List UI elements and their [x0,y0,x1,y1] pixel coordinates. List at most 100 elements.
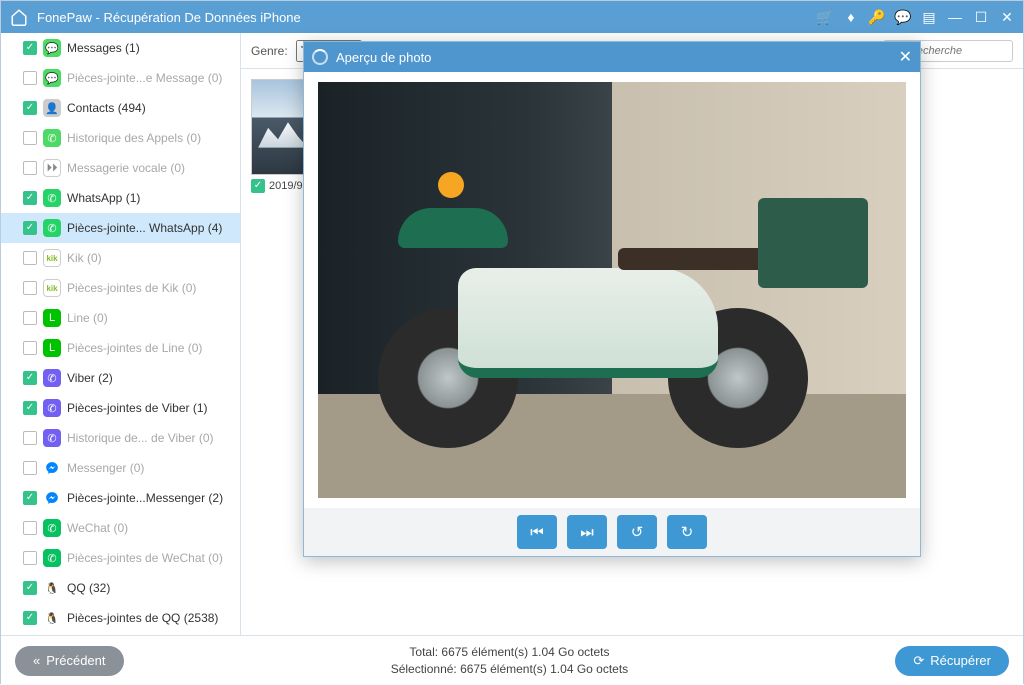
checkbox[interactable] [23,221,37,235]
kik-icon: kik [43,249,61,267]
preview-photo [318,82,906,498]
recover-button[interactable]: ⟳ Récupérer [895,646,1009,676]
spinner-icon [312,49,328,65]
sidebar-item-kik-attach[interactable]: kikPièces-jointes de Kik (0) [1,273,240,303]
key-icon[interactable]: 🔑 [869,9,885,25]
sidebar-item-messenger[interactable]: Messenger (0) [1,453,240,483]
menu-icon[interactable]: ▤ [921,9,937,25]
footer-stats: Total: 6675 élément(s) 1.04 Go octets Sé… [124,644,896,678]
checkbox[interactable] [23,101,37,115]
voicemail-icon: ⏵⏵ [43,159,61,177]
sidebar-item-line[interactable]: L Line (0) [1,303,240,333]
cart-icon[interactable]: 🛒 [817,9,833,25]
qq-icon: 🐧 [43,579,61,597]
chat-icon[interactable]: 💬 [895,9,911,25]
next-photo-button[interactable]: ⏭ [567,515,607,549]
contacts-icon: 👤 [43,99,61,117]
diamond-icon[interactable]: ♦ [843,9,859,25]
call-history-icon: ✆ [43,129,61,147]
search-input[interactable] [909,45,1006,57]
checkbox[interactable] [23,191,37,205]
checkbox[interactable] [23,131,37,145]
checkbox[interactable] [23,401,37,415]
sidebar-item-voicemail[interactable]: ⏵⏵ Messagerie vocale (0) [1,153,240,183]
maximize-icon[interactable]: ☐ [973,9,989,25]
sidebar-item-label: Line (0) [67,311,108,325]
sidebar-item-label: Pièces-jointes de WeChat (0) [67,551,223,565]
prev-photo-button[interactable]: ⏮ [517,515,557,549]
sidebar-item-wechat-attach[interactable]: ✆ Pièces-jointes de WeChat (0) [1,543,240,573]
sidebar-item-viber[interactable]: ✆Viber (2) [1,363,240,393]
app-title: FonePaw - Récupération De Données iPhone [37,10,817,25]
viber-attach-icon: ✆ [43,399,61,417]
whatsapp-attach-icon: ✆ [43,219,61,237]
checkbox[interactable] [23,341,37,355]
viber-history-icon: ✆ [43,429,61,447]
sidebar-item-label: Kik (0) [67,251,102,265]
checkbox[interactable] [23,491,37,505]
modal-close-icon[interactable]: ✕ [899,47,912,67]
kik-attach-icon: kik [43,279,61,297]
sidebar-item-messenger-attach[interactable]: Pièces-jointe...Messenger (2) [1,483,240,513]
sidebar-item-messages[interactable]: 💬Messages (1) [1,33,240,63]
sidebar-item-qq-attach[interactable]: 🐧 Pièces-jointes de QQ (2538) [1,603,240,633]
close-window-icon[interactable]: ✕ [999,9,1015,25]
checkbox[interactable] [23,431,37,445]
checkbox[interactable] [23,371,37,385]
sidebar-item-label: Pièces-jointe... WhatsApp (4) [67,221,222,235]
sidebar-item-qq[interactable]: 🐧 QQ (32) [1,573,240,603]
sidebar-item-line-attach[interactable]: L Pièces-jointes de Line (0) [1,333,240,363]
thumbnail-checkbox[interactable] [251,179,265,193]
sidebar-item-whatsapp[interactable]: ✆ WhatsApp (1) [1,183,240,213]
sidebar-item-wechat[interactable]: ✆WeChat (0) [1,513,240,543]
checkbox[interactable] [23,521,37,535]
footer: « Précédent Total: 6675 élément(s) 1.04 … [1,635,1023,685]
checkbox[interactable] [23,611,37,625]
messenger-attach-icon [43,489,61,507]
sidebar-item-kik[interactable]: kik Kik (0) [1,243,240,273]
sidebar-item-viber-attach[interactable]: ✆Pièces-jointes de Viber (1) [1,393,240,423]
rotate-right-button[interactable]: ↻ [667,515,707,549]
previous-button[interactable]: « Précédent [15,646,124,676]
checkbox[interactable] [23,311,37,325]
home-icon[interactable] [9,7,29,27]
line-attach-icon: L [43,339,61,357]
rotate-left-button[interactable]: ↺ [617,515,657,549]
modal-title: Aperçu de photo [336,50,431,65]
sidebar-item-label: Pièces-jointes de QQ (2538) [67,611,218,625]
sidebar-item-label: WhatsApp (1) [67,191,140,205]
sidebar-item-contacts[interactable]: 👤 Contacts (494) [1,93,240,123]
whatsapp-icon: ✆ [43,189,61,207]
sidebar-item-label: Historique des Appels (0) [67,131,201,145]
checkbox[interactable] [23,161,37,175]
total-line: Total: 6675 élément(s) 1.04 Go octets [124,644,896,661]
chevron-left-icon: « [33,653,40,668]
checkbox[interactable] [23,71,37,85]
content-area: Genre: Tout 4 élément(s) 🔍 2019/9... [241,33,1023,635]
wechat-attach-icon: ✆ [43,549,61,567]
sidebar-item-viber-history[interactable]: ✆ Historique de... de Viber (0) [1,423,240,453]
photo-preview-modal: Aperçu de photo ✕ ⏮ ⏭ ↺ ↻ [303,41,921,557]
qq-attach-icon: 🐧 [43,609,61,627]
sidebar: 💬Messages (1)💬Pièces-jointe...e Message … [1,33,241,635]
minimize-icon[interactable]: — [947,9,963,25]
checkbox[interactable] [23,41,37,55]
sidebar-item-call-history[interactable]: ✆ Historique des Appels (0) [1,123,240,153]
modal-titlebar: Aperçu de photo ✕ [304,42,920,72]
wechat-icon: ✆ [43,519,61,537]
sidebar-item-label: Contacts (494) [67,101,146,115]
sidebar-item-label: Pièces-jointes de Line (0) [67,341,202,355]
sidebar-item-whatsapp-attach[interactable]: ✆ Pièces-jointe... WhatsApp (4) [1,213,240,243]
sidebar-item-label: Pièces-jointe...Messenger (2) [67,491,223,505]
sidebar-item-label: QQ (32) [67,581,110,595]
sidebar-item-label: Historique de... de Viber (0) [67,431,214,445]
checkbox[interactable] [23,581,37,595]
checkbox[interactable] [23,251,37,265]
sidebar-item-msg-attach[interactable]: 💬Pièces-jointe...e Message (0) [1,63,240,93]
sidebar-item-label: Messagerie vocale (0) [67,161,185,175]
checkbox[interactable] [23,281,37,295]
checkbox[interactable] [23,551,37,565]
checkbox[interactable] [23,461,37,475]
line-icon: L [43,309,61,327]
modal-controls: ⏮ ⏭ ↺ ↻ [304,508,920,556]
